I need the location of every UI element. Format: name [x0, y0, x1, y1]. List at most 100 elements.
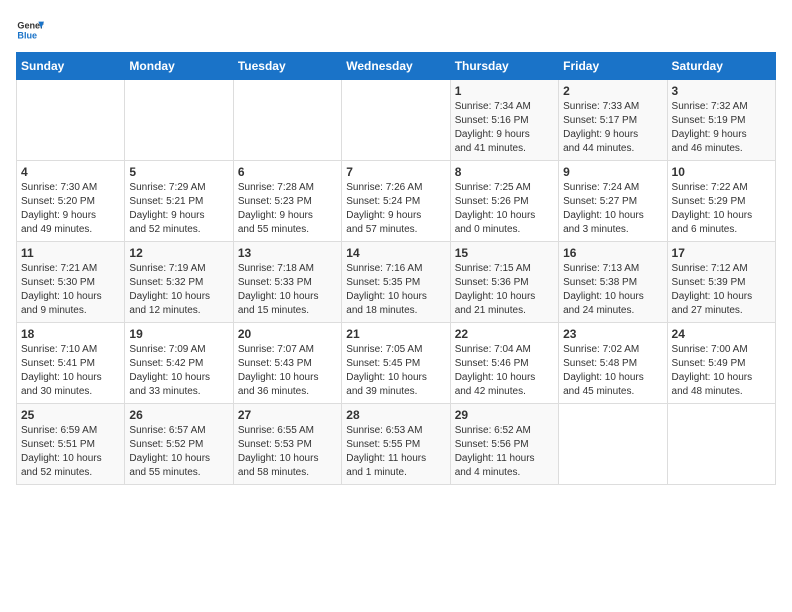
calendar-cell: 3 Sunrise: 7:32 AM Sunset: 5:19 PM Daylig…	[667, 80, 775, 161]
day-number: 3	[672, 84, 771, 98]
col-header-tuesday: Tuesday	[233, 53, 341, 80]
calendar-header: SundayMondayTuesdayWednesdayThursdayFrid…	[17, 53, 776, 80]
calendar-table: SundayMondayTuesdayWednesdayThursdayFrid…	[16, 52, 776, 485]
calendar-cell: 13 Sunrise: 7:18 AM Sunset: 5:33 PM Dayli…	[233, 242, 341, 323]
week-row-5: 25 Sunrise: 6:59 AM Sunset: 5:51 PM Dayli…	[17, 404, 776, 485]
calendar-cell: 1 Sunrise: 7:34 AM Sunset: 5:16 PM Daylig…	[450, 80, 558, 161]
day-info: Sunrise: 6:55 AM Sunset: 5:53 PM Dayligh…	[238, 424, 337, 480]
calendar-cell: 6 Sunrise: 7:28 AM Sunset: 5:23 PM Daylig…	[233, 161, 341, 242]
day-number: 8	[455, 165, 554, 179]
calendar-cell: 12Sunrise: 7:19 AM Sunset: 5:32 PM Dayli…	[125, 242, 233, 323]
week-row-1: 1 Sunrise: 7:34 AM Sunset: 5:16 PM Daylig…	[17, 80, 776, 161]
day-info: Sunrise: 6:52 AM Sunset: 5:56 PM Dayligh…	[455, 424, 554, 480]
day-info: Sunrise: 7:32 AM Sunset: 5:19 PM Dayligh…	[672, 100, 771, 156]
calendar-cell: 24 Sunrise: 7:00 AM Sunset: 5:49 PM Dayli…	[667, 323, 775, 404]
col-header-thursday: Thursday	[450, 53, 558, 80]
page-header: General Blue	[16, 16, 776, 44]
day-info: Sunrise: 7:04 AM Sunset: 5:46 PM Dayligh…	[455, 343, 554, 399]
day-info: Sunrise: 7:30 AM Sunset: 5:20 PM Dayligh…	[21, 181, 120, 237]
calendar-cell: 15 Sunrise: 7:15 AM Sunset: 5:36 PM Dayli…	[450, 242, 558, 323]
day-number: 26	[129, 408, 228, 422]
day-number: 4	[21, 165, 120, 179]
day-info: Sunrise: 7:16 AM Sunset: 5:35 PM Dayligh…	[346, 262, 445, 318]
day-info: Sunrise: 7:13 AM Sunset: 5:38 PM Dayligh…	[563, 262, 662, 318]
col-header-friday: Friday	[559, 53, 667, 80]
calendar-cell: 10 Sunrise: 7:22 AM Sunset: 5:29 PM Dayli…	[667, 161, 775, 242]
calendar-cell: 27 Sunrise: 6:55 AM Sunset: 5:53 PM Dayli…	[233, 404, 341, 485]
day-info: Sunrise: 7:07 AM Sunset: 5:43 PM Dayligh…	[238, 343, 337, 399]
day-number: 29	[455, 408, 554, 422]
logo-icon: General Blue	[16, 16, 44, 44]
day-info: Sunrise: 7:22 AM Sunset: 5:29 PM Dayligh…	[672, 181, 771, 237]
day-info: Sunrise: 7:34 AM Sunset: 5:16 PM Dayligh…	[455, 100, 554, 156]
day-number: 17	[672, 246, 771, 260]
day-info: Sunrise: 7:05 AM Sunset: 5:45 PM Dayligh…	[346, 343, 445, 399]
day-number: 19	[129, 327, 228, 341]
calendar-cell: 25 Sunrise: 6:59 AM Sunset: 5:51 PM Dayli…	[17, 404, 125, 485]
day-info: Sunrise: 6:53 AM Sunset: 5:55 PM Dayligh…	[346, 424, 445, 480]
day-number: 13	[238, 246, 337, 260]
day-info: Sunrise: 7:24 AM Sunset: 5:27 PM Dayligh…	[563, 181, 662, 237]
day-number: 12	[129, 246, 228, 260]
day-info: Sunrise: 7:09 AM Sunset: 5:42 PM Dayligh…	[129, 343, 228, 399]
col-header-saturday: Saturday	[667, 53, 775, 80]
day-info: Sunrise: 7:15 AM Sunset: 5:36 PM Dayligh…	[455, 262, 554, 318]
week-row-3: 11Sunrise: 7:21 AM Sunset: 5:30 PM Dayli…	[17, 242, 776, 323]
day-number: 9	[563, 165, 662, 179]
day-number: 28	[346, 408, 445, 422]
day-number: 5	[129, 165, 228, 179]
calendar-cell: 22 Sunrise: 7:04 AM Sunset: 5:46 PM Dayli…	[450, 323, 558, 404]
calendar-body: 1 Sunrise: 7:34 AM Sunset: 5:16 PM Daylig…	[17, 80, 776, 485]
day-info: Sunrise: 7:29 AM Sunset: 5:21 PM Dayligh…	[129, 181, 228, 237]
calendar-cell: 20Sunrise: 7:07 AM Sunset: 5:43 PM Dayli…	[233, 323, 341, 404]
day-info: Sunrise: 7:28 AM Sunset: 5:23 PM Dayligh…	[238, 181, 337, 237]
day-number: 22	[455, 327, 554, 341]
day-number: 27	[238, 408, 337, 422]
logo: General Blue	[16, 16, 44, 44]
day-number: 21	[346, 327, 445, 341]
calendar-cell: 23 Sunrise: 7:02 AM Sunset: 5:48 PM Dayli…	[559, 323, 667, 404]
calendar-cell: 18 Sunrise: 7:10 AM Sunset: 5:41 PM Dayli…	[17, 323, 125, 404]
day-number: 24	[672, 327, 771, 341]
col-header-monday: Monday	[125, 53, 233, 80]
day-number: 25	[21, 408, 120, 422]
day-number: 14	[346, 246, 445, 260]
calendar-cell: 16 Sunrise: 7:13 AM Sunset: 5:38 PM Dayli…	[559, 242, 667, 323]
day-number: 1	[455, 84, 554, 98]
calendar-cell	[667, 404, 775, 485]
calendar-cell: 17 Sunrise: 7:12 AM Sunset: 5:39 PM Dayli…	[667, 242, 775, 323]
day-info: Sunrise: 6:59 AM Sunset: 5:51 PM Dayligh…	[21, 424, 120, 480]
day-info: Sunrise: 7:33 AM Sunset: 5:17 PM Dayligh…	[563, 100, 662, 156]
day-number: 18	[21, 327, 120, 341]
day-number: 2	[563, 84, 662, 98]
calendar-cell: 8 Sunrise: 7:25 AM Sunset: 5:26 PM Daylig…	[450, 161, 558, 242]
col-header-wednesday: Wednesday	[342, 53, 450, 80]
calendar-cell: 9 Sunrise: 7:24 AM Sunset: 5:27 PM Daylig…	[559, 161, 667, 242]
calendar-cell: 4 Sunrise: 7:30 AM Sunset: 5:20 PM Daylig…	[17, 161, 125, 242]
week-row-4: 18 Sunrise: 7:10 AM Sunset: 5:41 PM Dayli…	[17, 323, 776, 404]
day-info: Sunrise: 7:02 AM Sunset: 5:48 PM Dayligh…	[563, 343, 662, 399]
calendar-cell: 19 Sunrise: 7:09 AM Sunset: 5:42 PM Dayli…	[125, 323, 233, 404]
calendar-cell: 7 Sunrise: 7:26 AM Sunset: 5:24 PM Daylig…	[342, 161, 450, 242]
day-number: 23	[563, 327, 662, 341]
calendar-cell: 14 Sunrise: 7:16 AM Sunset: 5:35 PM Dayli…	[342, 242, 450, 323]
calendar-cell: 5 Sunrise: 7:29 AM Sunset: 5:21 PM Daylig…	[125, 161, 233, 242]
day-info: Sunrise: 7:18 AM Sunset: 5:33 PM Dayligh…	[238, 262, 337, 318]
day-info: Sunrise: 7:26 AM Sunset: 5:24 PM Dayligh…	[346, 181, 445, 237]
calendar-cell: 26Sunrise: 6:57 AM Sunset: 5:52 PM Dayli…	[125, 404, 233, 485]
day-info: Sunrise: 7:10 AM Sunset: 5:41 PM Dayligh…	[21, 343, 120, 399]
day-number: 10	[672, 165, 771, 179]
day-info: Sunrise: 7:00 AM Sunset: 5:49 PM Dayligh…	[672, 343, 771, 399]
day-number: 6	[238, 165, 337, 179]
day-number: 7	[346, 165, 445, 179]
calendar-cell	[125, 80, 233, 161]
calendar-cell: 2 Sunrise: 7:33 AM Sunset: 5:17 PM Daylig…	[559, 80, 667, 161]
day-info: Sunrise: 7:25 AM Sunset: 5:26 PM Dayligh…	[455, 181, 554, 237]
calendar-cell	[233, 80, 341, 161]
calendar-cell	[559, 404, 667, 485]
day-number: 16	[563, 246, 662, 260]
week-row-2: 4 Sunrise: 7:30 AM Sunset: 5:20 PM Daylig…	[17, 161, 776, 242]
calendar-cell	[342, 80, 450, 161]
day-info: Sunrise: 7:12 AM Sunset: 5:39 PM Dayligh…	[672, 262, 771, 318]
day-number: 15	[455, 246, 554, 260]
